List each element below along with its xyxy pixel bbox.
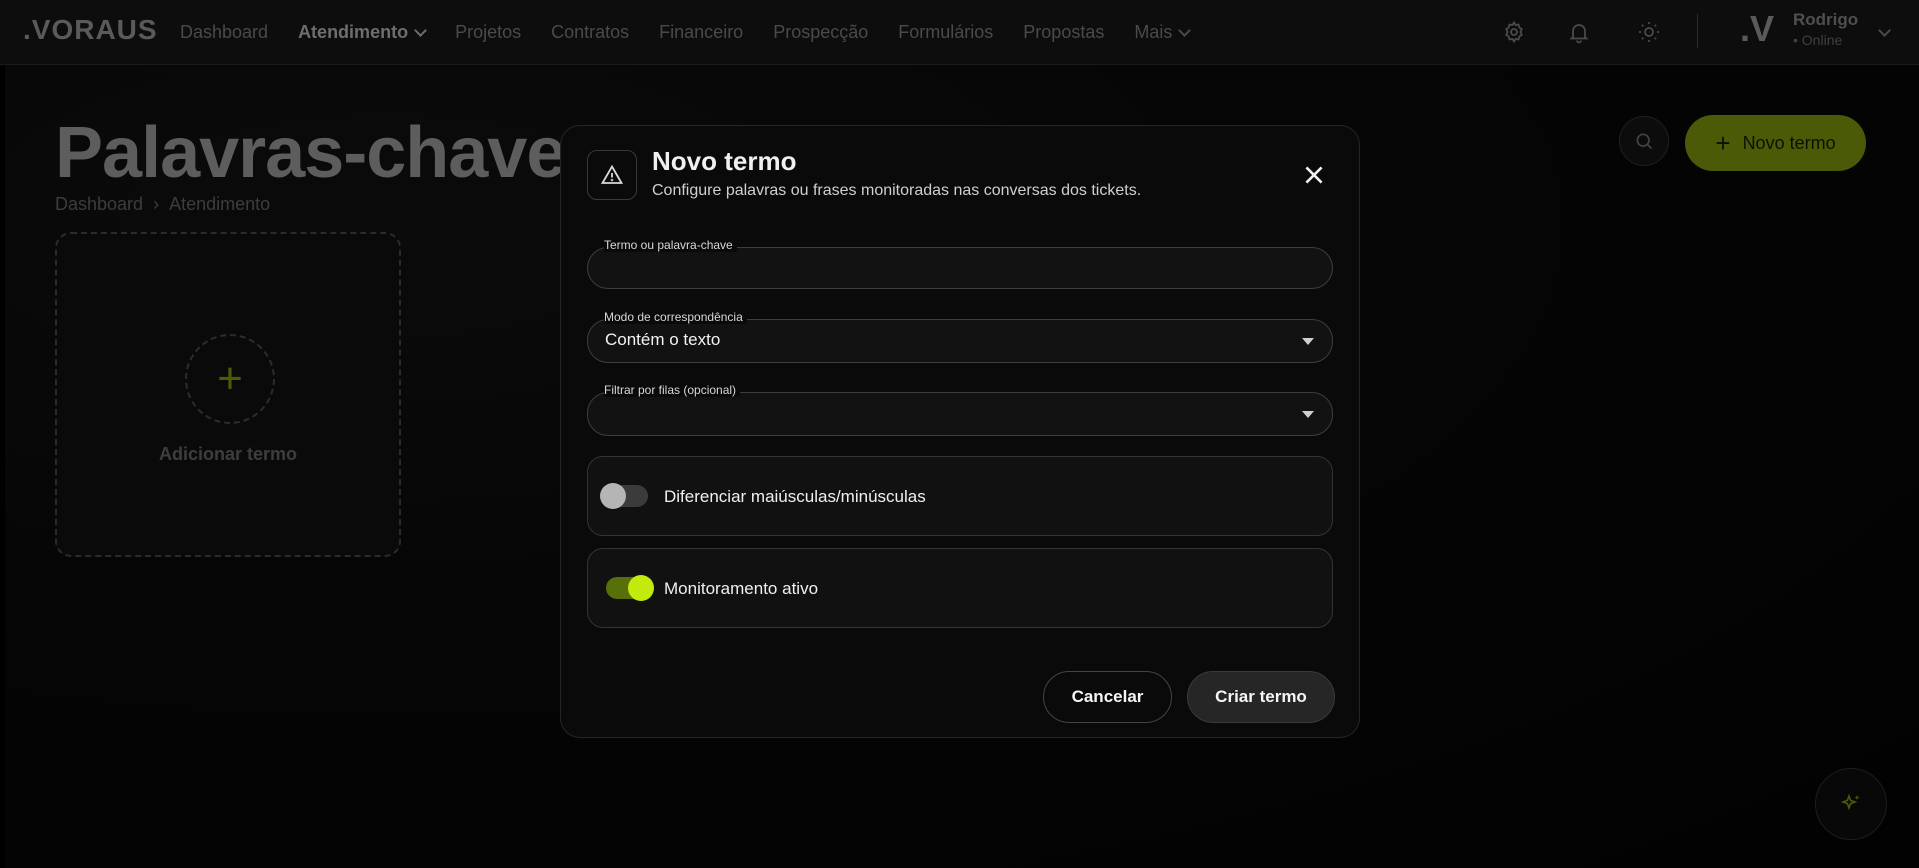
- nav-label: Propostas: [1023, 22, 1105, 42]
- chevron-down-icon: [1178, 23, 1192, 37]
- breadcrumb-item-atendimento[interactable]: Atendimento: [169, 194, 270, 215]
- case-sensitive-card: Diferenciar maiúsculas/minúsculas: [587, 456, 1333, 536]
- sparkle-assistant-button[interactable]: [1815, 768, 1887, 840]
- new-term-label: Novo termo: [1742, 132, 1836, 153]
- add-term-card[interactable]: + Adicionar termo: [55, 232, 401, 557]
- gear-icon[interactable]: [1500, 18, 1528, 46]
- chevron-down-icon: [414, 23, 427, 37]
- nav-label: Dashboard: [180, 22, 269, 42]
- nav-item-financeiro[interactable]: Financeiro: [659, 22, 743, 43]
- user-status: • Online: [1793, 32, 1843, 48]
- match-mode-value: Contém o texto: [605, 330, 721, 349]
- alert-triangle-icon: [587, 150, 637, 200]
- chevron-down-icon: [1878, 24, 1891, 37]
- nav-label: Atendimento: [298, 22, 409, 42]
- term-field-label: Termo ou palavra-chave: [604, 238, 737, 252]
- active-monitoring-label: Monitoramento ativo: [664, 579, 819, 598]
- nav-item-mais[interactable]: Mais: [1134, 22, 1192, 43]
- bell-icon[interactable]: [1565, 18, 1593, 46]
- plus-icon: +: [1715, 128, 1731, 158]
- nav-label: Contratos: [551, 22, 630, 42]
- match-mode-select[interactable]: Contém o texto: [587, 319, 1333, 363]
- breadcrumb: Dashboard › Atendimento: [55, 194, 270, 215]
- caret-down-icon: [1302, 338, 1314, 345]
- nav-item-projetos[interactable]: Projetos: [455, 22, 521, 43]
- search-icon: [1636, 133, 1653, 150]
- nav-item-propostas[interactable]: Propostas: [1023, 22, 1104, 43]
- avatar[interactable]: .V: [1740, 8, 1774, 50]
- breadcrumb-item-dashboard[interactable]: Dashboard: [55, 194, 143, 215]
- page-title: Palavras-chave: [55, 113, 566, 193]
- term-input[interactable]: [588, 248, 1332, 288]
- plus-icon: +: [185, 334, 275, 424]
- nav-label: Prospecção: [773, 22, 869, 42]
- match-mode-label: Modo de correspondência: [604, 310, 747, 324]
- nav-label: Projetos: [455, 22, 522, 42]
- queue-filter-label: Filtrar por filas (opcional): [604, 383, 741, 397]
- header-divider: [1697, 14, 1698, 48]
- nav-item-prospeccao[interactable]: Prospecção: [773, 22, 868, 43]
- user-menu-chevron[interactable]: [1878, 22, 1891, 40]
- nav-item-dashboard[interactable]: Dashboard: [180, 22, 268, 43]
- top-navbar: .VORAUS Dashboard Atendimento Projetos C…: [0, 0, 1919, 65]
- cancel-button[interactable]: Cancelar: [1043, 671, 1172, 723]
- breadcrumb-separator: ›: [153, 194, 160, 214]
- case-sensitive-label: Diferenciar maiúsculas/minúsculas: [664, 487, 926, 506]
- new-term-button[interactable]: + Novo termo: [1685, 115, 1866, 171]
- modal-subtitle: Configure palavras ou frases monitoradas…: [652, 182, 1142, 199]
- create-term-button[interactable]: Criar termo: [1187, 671, 1335, 723]
- nav-label: Financeiro: [659, 22, 744, 42]
- caret-down-icon: [1302, 411, 1314, 418]
- term-field[interactable]: [587, 247, 1333, 289]
- active-monitoring-card: Monitoramento ativo: [587, 548, 1333, 628]
- nav-item-formularios[interactable]: Formulários: [898, 22, 993, 43]
- user-name[interactable]: Rodrigo: [1793, 10, 1858, 30]
- main-nav: Dashboard Atendimento Projetos Contratos…: [180, 0, 1219, 65]
- search-button[interactable]: [1619, 116, 1669, 166]
- sun-icon[interactable]: [1635, 18, 1663, 46]
- nav-label: Formulários: [898, 22, 994, 42]
- nav-item-contratos[interactable]: Contratos: [551, 22, 629, 43]
- toggle-knob: [600, 483, 626, 509]
- nav-label: Mais: [1134, 22, 1173, 42]
- modal-title: Novo termo: [652, 146, 797, 176]
- toggle-knob: [628, 575, 654, 601]
- close-icon[interactable]: [1301, 162, 1327, 188]
- nav-item-atendimento[interactable]: Atendimento: [298, 22, 427, 43]
- brand-logo[interactable]: .VORAUS: [23, 14, 158, 46]
- sparkle-icon: [1840, 793, 1860, 811]
- add-term-label: Adicionar termo: [158, 444, 298, 464]
- case-sensitive-toggle[interactable]: [600, 483, 648, 509]
- active-monitoring-toggle[interactable]: [606, 575, 654, 601]
- new-term-modal: Novo termo Configure palavras ou frases …: [560, 125, 1360, 738]
- queue-filter-select[interactable]: [587, 392, 1333, 436]
